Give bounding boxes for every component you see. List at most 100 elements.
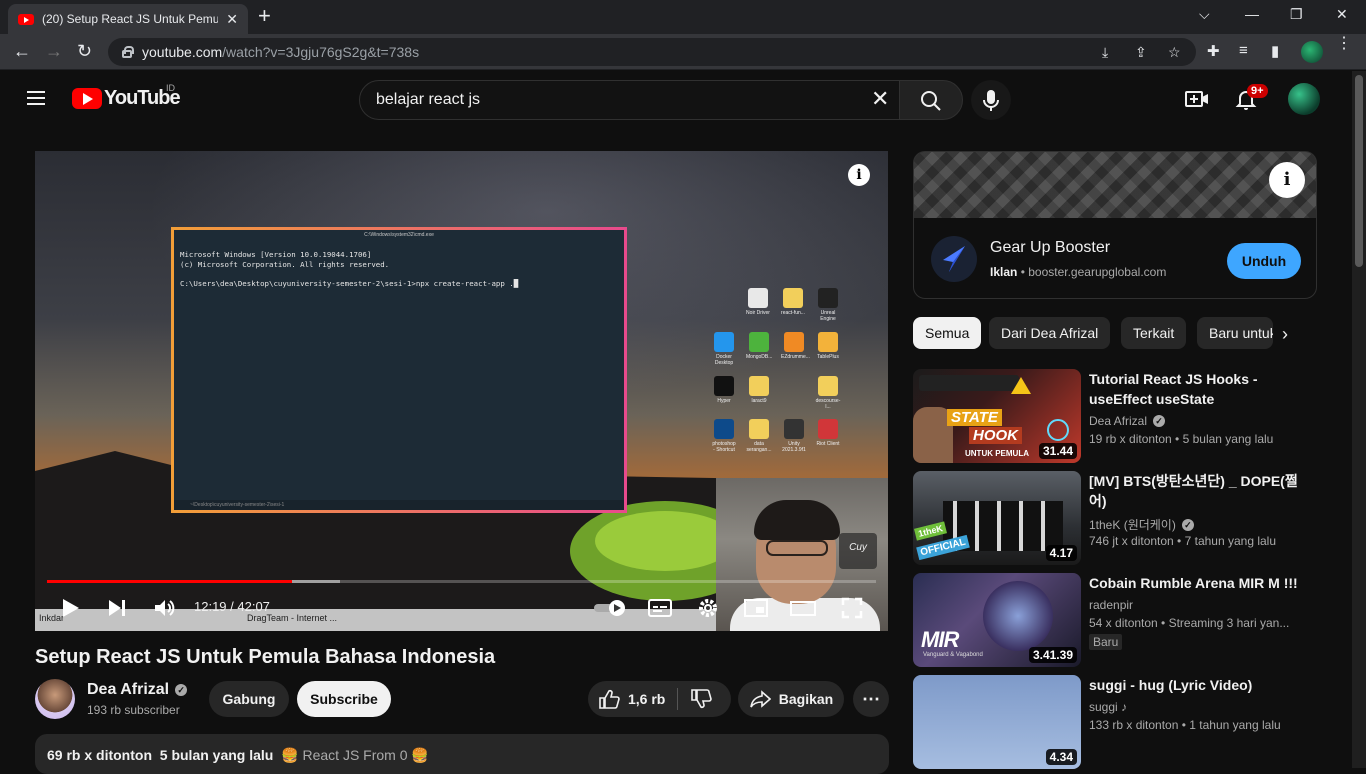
forward-icon[interactable]: →: [45, 41, 63, 61]
browser-tab[interactable]: (20) Setup React JS Untuk Pemula Bahasa …: [8, 4, 248, 34]
account-avatar[interactable]: [1288, 83, 1320, 115]
theater-mode-icon[interactable]: [790, 597, 816, 619]
miniplayer-icon[interactable]: [744, 597, 768, 619]
channel-avatar[interactable]: [35, 679, 75, 719]
view-count: 69 rb x ditonton: [47, 747, 152, 763]
restore-icon[interactable]: ❐: [1290, 6, 1303, 23]
desktop-app-icon: [784, 332, 804, 352]
recommendation-channel[interactable]: Dea Afrizal ✓: [1089, 414, 1166, 428]
thumb-text: STATE: [947, 409, 1002, 426]
video-player[interactable]: C:\Windows\system32\cmd.exe Microsoft Wi…: [35, 151, 888, 631]
recommendation-item[interactable]: 1theK OFFICIAL 4.17 [MV] BTS(방탄소년단) _ DO…: [913, 471, 1313, 565]
chip-related[interactable]: Terkait: [1121, 317, 1187, 349]
recommendation-thumbnail[interactable]: 1theK OFFICIAL 4.17: [913, 471, 1081, 565]
settings-gear-icon[interactable]: [697, 597, 719, 619]
media-queue-icon[interactable]: ≡: [1239, 42, 1248, 59]
chip-new-for-you[interactable]: Baru untuk Anda: [1197, 317, 1273, 349]
cmd-line: C:\Users\dea\Desktop\cuyuniversity-semes…: [180, 278, 514, 288]
ad-banner-image[interactable]: [914, 152, 1316, 218]
desktop-icon: TablePlus: [815, 332, 841, 360]
recommendation-thumbnail[interactable]: STATE HOOK UNTUK PEMULA 31.44: [913, 369, 1081, 463]
recommendation-item[interactable]: STATE HOOK UNTUK PEMULA 31.44 Tutorial R…: [913, 369, 1313, 463]
play-icon[interactable]: [59, 597, 81, 619]
reload-icon[interactable]: ↻: [77, 41, 92, 61]
recommendation-thumbnail[interactable]: 4.34: [913, 675, 1081, 769]
side-panel-icon[interactable]: ▮: [1271, 42, 1279, 60]
guide-menu-icon[interactable]: [27, 91, 45, 105]
chips-next-chevron-icon[interactable]: ›: [1282, 324, 1288, 345]
bookmark-star-icon[interactable]: ☆: [1168, 44, 1181, 61]
fullscreen-icon[interactable]: [841, 597, 863, 619]
subtitles-icon[interactable]: [648, 597, 672, 619]
volume-icon[interactable]: [153, 597, 177, 619]
lock-icon[interactable]: [122, 45, 134, 58]
description-hashtag[interactable]: 🍔 React JS From 0 🍔: [281, 747, 429, 763]
recommendation-channel[interactable]: suggi ♪: [1089, 700, 1127, 714]
tab-search-chevron-icon[interactable]: ⌵: [1199, 6, 1210, 23]
join-button[interactable]: Gabung: [209, 681, 289, 717]
recommendation-channel[interactable]: 1theK (원더케이) ✓: [1089, 516, 1194, 533]
like-count: 1,6 rb: [628, 691, 666, 707]
video-duration: 4.17: [1045, 545, 1077, 561]
ad-card[interactable]: i Gear Up Booster Iklan • booster.gearup…: [913, 151, 1317, 299]
recommendation-item[interactable]: 4.34 suggi - hug (Lyric Video) suggi ♪ 1…: [913, 675, 1313, 769]
clear-search-icon[interactable]: ✕: [871, 88, 889, 110]
ad-info-icon[interactable]: i: [1269, 162, 1305, 198]
browser-tab-strip: (20) Setup React JS Untuk Pemula Bahasa …: [0, 0, 1366, 34]
desktop-app-icon: [783, 288, 803, 308]
webcam-logo: Cuy: [839, 533, 877, 569]
close-window-icon[interactable]: ✕: [1336, 6, 1348, 23]
voice-search-button[interactable]: [971, 80, 1011, 120]
recommendation-thumbnail[interactable]: MIR Vanguard & Vagabond 3.41.39: [913, 573, 1081, 667]
search-button[interactable]: [899, 80, 963, 120]
share-arrow-icon: [749, 690, 771, 708]
recommendation-channel[interactable]: radenpir: [1089, 598, 1133, 612]
desktop-icon: Hyper: [711, 376, 737, 404]
verified-check-icon: ✓: [1153, 415, 1166, 427]
recommendation-meta: 19 rb x ditonton • 5 bulan yang lalu: [1089, 432, 1274, 446]
new-tab-icon[interactable]: +: [258, 5, 271, 27]
youtube-logo[interactable]: YouTube ID: [72, 83, 181, 110]
cmd-output: Microsoft Windows [Version 10.0.19044.17…: [180, 250, 519, 288]
subscribe-button[interactable]: Subscribe: [297, 681, 391, 717]
browser-menu-icon[interactable]: ⋮: [1336, 36, 1352, 52]
description-box[interactable]: 69 rb x ditonton 5 bulan yang lalu 🍔 Rea…: [35, 734, 889, 774]
desktop-icon: Noir Driver: [745, 288, 771, 316]
desktop-icon-label: Docker Desktop: [714, 354, 734, 366]
extensions-puzzle-icon[interactable]: ✚: [1207, 42, 1220, 60]
progress-bar[interactable]: [47, 580, 876, 583]
minimize-icon[interactable]: —: [1245, 6, 1259, 22]
ad-download-button[interactable]: Unduh: [1227, 243, 1301, 279]
next-icon[interactable]: [106, 597, 128, 619]
install-app-icon[interactable]: ⤓: [1102, 44, 1108, 61]
video-info-icon[interactable]: i: [848, 164, 870, 186]
video-duration: 4.34: [1045, 749, 1077, 765]
ad-domain: booster.gearupglobal.com: [1028, 265, 1167, 279]
chip-from-channel[interactable]: Dari Dea Afrizal: [989, 317, 1111, 349]
thumbs-down-icon[interactable]: [690, 688, 712, 710]
search-input[interactable]: belajar react js: [359, 80, 900, 120]
autoplay-toggle[interactable]: [593, 599, 629, 617]
share-button[interactable]: Bagikan: [738, 681, 844, 717]
channel-name[interactable]: Dea Afrizal ✓: [87, 681, 188, 699]
recommendation-title[interactable]: Tutorial React JS Hooks - useEffect useS…: [1089, 369, 1299, 409]
browser-profile-avatar[interactable]: [1301, 41, 1323, 63]
desktop-icon-label: data serangan...: [746, 441, 772, 453]
address-toolbar: ← → ↻ youtube.com/watch?v=3Jgju76gS2g&t=…: [0, 34, 1366, 70]
share-page-icon[interactable]: ⇪: [1135, 44, 1147, 61]
url-path: /watch?v=3Jgju76gS2g&t=738s: [222, 44, 420, 60]
ad-meta: Iklan • booster.gearupglobal.com: [990, 265, 1167, 279]
channel-name-text: Dea Afrizal: [87, 681, 170, 698]
page-scrollbar-thumb[interactable]: [1355, 75, 1363, 267]
chip-semua[interactable]: Semua: [913, 317, 982, 349]
time-readout: 12:19 / 42:07: [194, 599, 270, 614]
recommendation-item[interactable]: MIR Vanguard & Vagabond 3.41.39 Cobain R…: [913, 573, 1313, 667]
create-video-icon[interactable]: [1185, 89, 1209, 109]
address-bar[interactable]: youtube.com/watch?v=3Jgju76gS2g&t=738s ⤓…: [108, 38, 1196, 66]
recommendation-title[interactable]: Cobain Rumble Arena MIR M !!!: [1089, 573, 1299, 593]
recommendation-title[interactable]: [MV] BTS(방탄소년단) _ DOPE(쩔어): [1089, 471, 1299, 511]
more-actions-icon[interactable]: ⋯: [853, 681, 889, 717]
back-icon[interactable]: ←: [13, 41, 31, 61]
recommendation-title[interactable]: suggi - hug (Lyric Video): [1089, 675, 1299, 695]
tab-close-icon[interactable]: ✕: [226, 11, 238, 28]
